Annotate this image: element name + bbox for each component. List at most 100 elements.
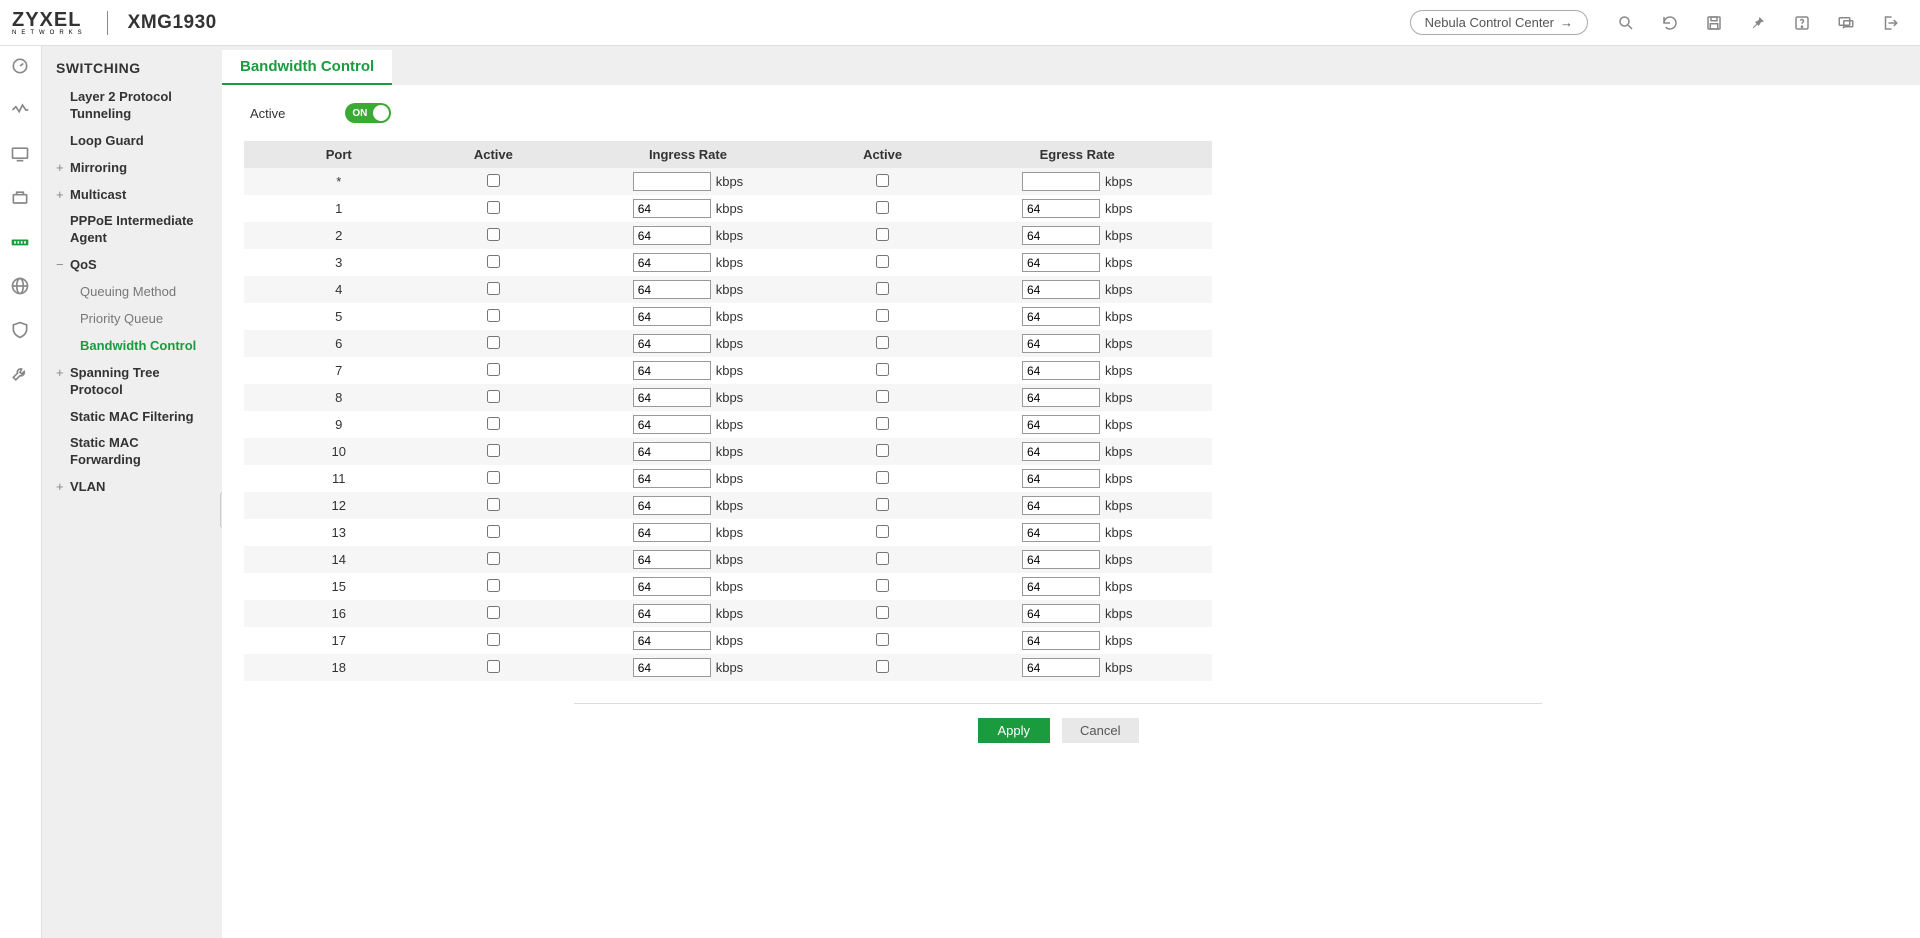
egress-rate-input[interactable] (1022, 658, 1100, 677)
ingress-rate-input[interactable] (633, 604, 711, 623)
cancel-button[interactable]: Cancel (1062, 718, 1138, 743)
pin-icon[interactable] (1748, 13, 1768, 33)
ingress-rate-input[interactable] (633, 199, 711, 218)
ingress-rate-input[interactable] (633, 334, 711, 353)
ingress-active-checkbox[interactable] (487, 417, 500, 430)
ingress-rate-input[interactable] (633, 577, 711, 596)
logout-icon[interactable] (1880, 13, 1900, 33)
egress-active-checkbox[interactable] (876, 606, 889, 619)
monitor-icon[interactable] (10, 100, 32, 122)
ingress-rate-input[interactable] (633, 658, 711, 677)
sidebar-item-l2pt[interactable]: Layer 2 Protocol Tunneling (42, 84, 222, 128)
apply-button[interactable]: Apply (978, 718, 1051, 743)
ingress-active-checkbox[interactable] (487, 606, 500, 619)
forum-icon[interactable] (1836, 13, 1856, 33)
ingress-rate-input[interactable] (633, 415, 711, 434)
egress-rate-input[interactable] (1022, 442, 1100, 461)
sidebar-item-smf[interactable]: Static MAC Filtering (42, 404, 222, 431)
egress-active-checkbox[interactable] (876, 498, 889, 511)
sidebar-item-pppoe[interactable]: PPPoE Intermediate Agent (42, 208, 222, 252)
ingress-rate-input[interactable] (633, 550, 711, 569)
egress-active-checkbox[interactable] (876, 471, 889, 484)
egress-rate-input[interactable] (1022, 334, 1100, 353)
sidebar-item-queuing[interactable]: Queuing Method (42, 279, 222, 306)
save-icon[interactable] (1704, 13, 1724, 33)
egress-rate-input[interactable] (1022, 469, 1100, 488)
ingress-active-checkbox[interactable] (487, 444, 500, 457)
egress-rate-input[interactable] (1022, 226, 1100, 245)
port-icon[interactable] (10, 188, 32, 210)
ingress-rate-input[interactable] (633, 469, 711, 488)
sidebar-item-smfw[interactable]: Static MAC Forwarding (42, 430, 222, 474)
ingress-active-checkbox[interactable] (487, 336, 500, 349)
sidebar-item-bandwidth[interactable]: Bandwidth Control (42, 333, 222, 360)
egress-rate-input[interactable] (1022, 415, 1100, 434)
dashboard-icon[interactable] (10, 56, 32, 78)
tab-bandwidth-control[interactable]: Bandwidth Control (222, 50, 392, 85)
ingress-rate-input[interactable] (633, 388, 711, 407)
egress-active-checkbox[interactable] (876, 282, 889, 295)
sidebar-item-vlan[interactable]: VLAN (42, 474, 222, 501)
ingress-active-checkbox[interactable] (487, 552, 500, 565)
ingress-rate-input[interactable] (633, 442, 711, 461)
ingress-active-checkbox[interactable] (487, 525, 500, 538)
egress-active-checkbox[interactable] (876, 201, 889, 214)
ingress-active-checkbox[interactable] (487, 309, 500, 322)
egress-active-checkbox[interactable] (876, 552, 889, 565)
ingress-active-checkbox[interactable] (487, 579, 500, 592)
ingress-rate-input[interactable] (633, 172, 711, 191)
egress-rate-input[interactable] (1022, 577, 1100, 596)
switching-icon[interactable] (10, 232, 32, 254)
ingress-active-checkbox[interactable] (487, 282, 500, 295)
ingress-active-checkbox[interactable] (487, 174, 500, 187)
egress-rate-input[interactable] (1022, 172, 1100, 191)
egress-active-checkbox[interactable] (876, 228, 889, 241)
search-icon[interactable] (1616, 13, 1636, 33)
sidebar-item-multicast[interactable]: Multicast (42, 182, 222, 209)
egress-rate-input[interactable] (1022, 631, 1100, 650)
ingress-rate-input[interactable] (633, 307, 711, 326)
egress-rate-input[interactable] (1022, 388, 1100, 407)
ingress-active-checkbox[interactable] (487, 363, 500, 376)
egress-active-checkbox[interactable] (876, 579, 889, 592)
egress-rate-input[interactable] (1022, 361, 1100, 380)
egress-rate-input[interactable] (1022, 496, 1100, 515)
ingress-rate-input[interactable] (633, 496, 711, 515)
egress-active-checkbox[interactable] (876, 390, 889, 403)
egress-active-checkbox[interactable] (876, 336, 889, 349)
ingress-active-checkbox[interactable] (487, 660, 500, 673)
egress-active-checkbox[interactable] (876, 417, 889, 430)
egress-rate-input[interactable] (1022, 253, 1100, 272)
ingress-rate-input[interactable] (633, 361, 711, 380)
egress-active-checkbox[interactable] (876, 660, 889, 673)
egress-rate-input[interactable] (1022, 550, 1100, 569)
ingress-active-checkbox[interactable] (487, 255, 500, 268)
sidebar-item-qos[interactable]: QoS (42, 252, 222, 279)
egress-active-checkbox[interactable] (876, 525, 889, 538)
nebula-control-center-button[interactable]: Nebula Control Center → (1410, 10, 1588, 35)
ingress-active-checkbox[interactable] (487, 201, 500, 214)
ingress-rate-input[interactable] (633, 523, 711, 542)
active-toggle[interactable]: ON (345, 103, 391, 123)
egress-rate-input[interactable] (1022, 604, 1100, 623)
egress-rate-input[interactable] (1022, 199, 1100, 218)
ingress-active-checkbox[interactable] (487, 228, 500, 241)
sidebar-item-stp[interactable]: Spanning Tree Protocol (42, 360, 222, 404)
egress-active-checkbox[interactable] (876, 309, 889, 322)
sidebar-item-mirroring[interactable]: Mirroring (42, 155, 222, 182)
egress-active-checkbox[interactable] (876, 633, 889, 646)
ingress-rate-input[interactable] (633, 226, 711, 245)
egress-active-checkbox[interactable] (876, 174, 889, 187)
egress-active-checkbox[interactable] (876, 255, 889, 268)
help-icon[interactable] (1792, 13, 1812, 33)
egress-rate-input[interactable] (1022, 280, 1100, 299)
sidebar-item-priority[interactable]: Priority Queue (42, 306, 222, 333)
sidebar-item-loopguard[interactable]: Loop Guard (42, 128, 222, 155)
ingress-active-checkbox[interactable] (487, 498, 500, 511)
ingress-rate-input[interactable] (633, 253, 711, 272)
ingress-active-checkbox[interactable] (487, 390, 500, 403)
system-icon[interactable] (10, 144, 32, 166)
security-icon[interactable] (10, 320, 32, 342)
ingress-active-checkbox[interactable] (487, 633, 500, 646)
refresh-icon[interactable] (1660, 13, 1680, 33)
